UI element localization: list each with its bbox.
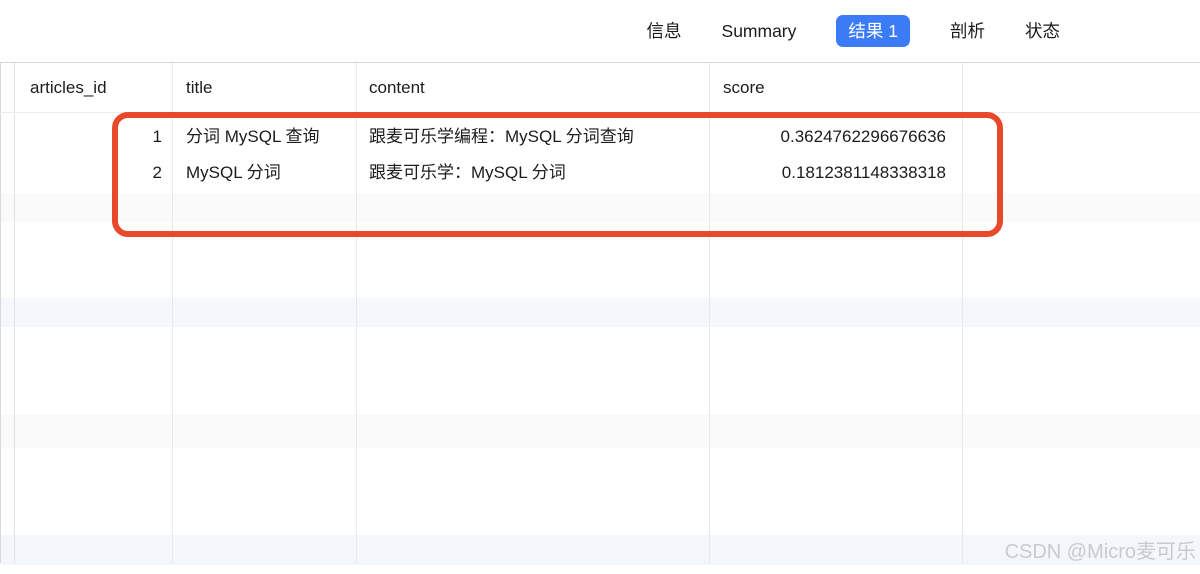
header-separator xyxy=(0,112,1200,113)
column-header-title[interactable]: title xyxy=(172,63,356,112)
cell-content[interactable]: 跟麦可乐学编程：MySQL 分词查询 xyxy=(356,119,709,155)
cell-title[interactable]: 分词 MySQL 查询 xyxy=(172,119,356,155)
column-header-content[interactable]: content xyxy=(356,63,709,112)
table-row[interactable]: 1 分词 MySQL 查询 跟麦可乐学编程：MySQL 分词查询 0.36247… xyxy=(0,119,1200,155)
column-header-articles-id[interactable]: articles_id xyxy=(14,63,172,112)
tab-status[interactable]: 状态 xyxy=(1025,15,1060,47)
row-stripe xyxy=(0,193,1200,222)
column-header-score[interactable]: score xyxy=(709,63,962,112)
cell-articles-id[interactable]: 2 xyxy=(14,155,172,191)
cell-articles-id[interactable]: 1 xyxy=(14,119,172,155)
row-stripe xyxy=(0,298,1200,327)
tab-summary[interactable]: Summary xyxy=(722,15,797,47)
tab-result-1[interactable]: 结果 1 xyxy=(836,15,910,47)
cell-content[interactable]: 跟麦可乐学：MySQL 分词 xyxy=(356,155,709,191)
row-stripe xyxy=(0,415,1200,448)
watermark: CSDN @Micro麦可乐 xyxy=(1005,539,1196,565)
table-row[interactable]: 2 MySQL 分词 跟麦可乐学：MySQL 分词 0.181238114833… xyxy=(0,155,1200,191)
cell-score[interactable]: 0.3624762296676636 xyxy=(709,119,962,155)
cell-score[interactable]: 0.1812381148338318 xyxy=(709,155,962,191)
result-tab-bar: 信息 Summary 结果 1 剖析 状态 xyxy=(0,0,1200,62)
tab-info[interactable]: 信息 xyxy=(647,15,682,47)
cell-title[interactable]: MySQL 分词 xyxy=(172,155,356,191)
result-grid: articles_id title content score 1 分词 MyS… xyxy=(0,62,1200,565)
tab-profile[interactable]: 剖析 xyxy=(950,15,985,47)
query-result-panel: 信息 Summary 结果 1 剖析 状态 articles_id title … xyxy=(0,0,1200,574)
